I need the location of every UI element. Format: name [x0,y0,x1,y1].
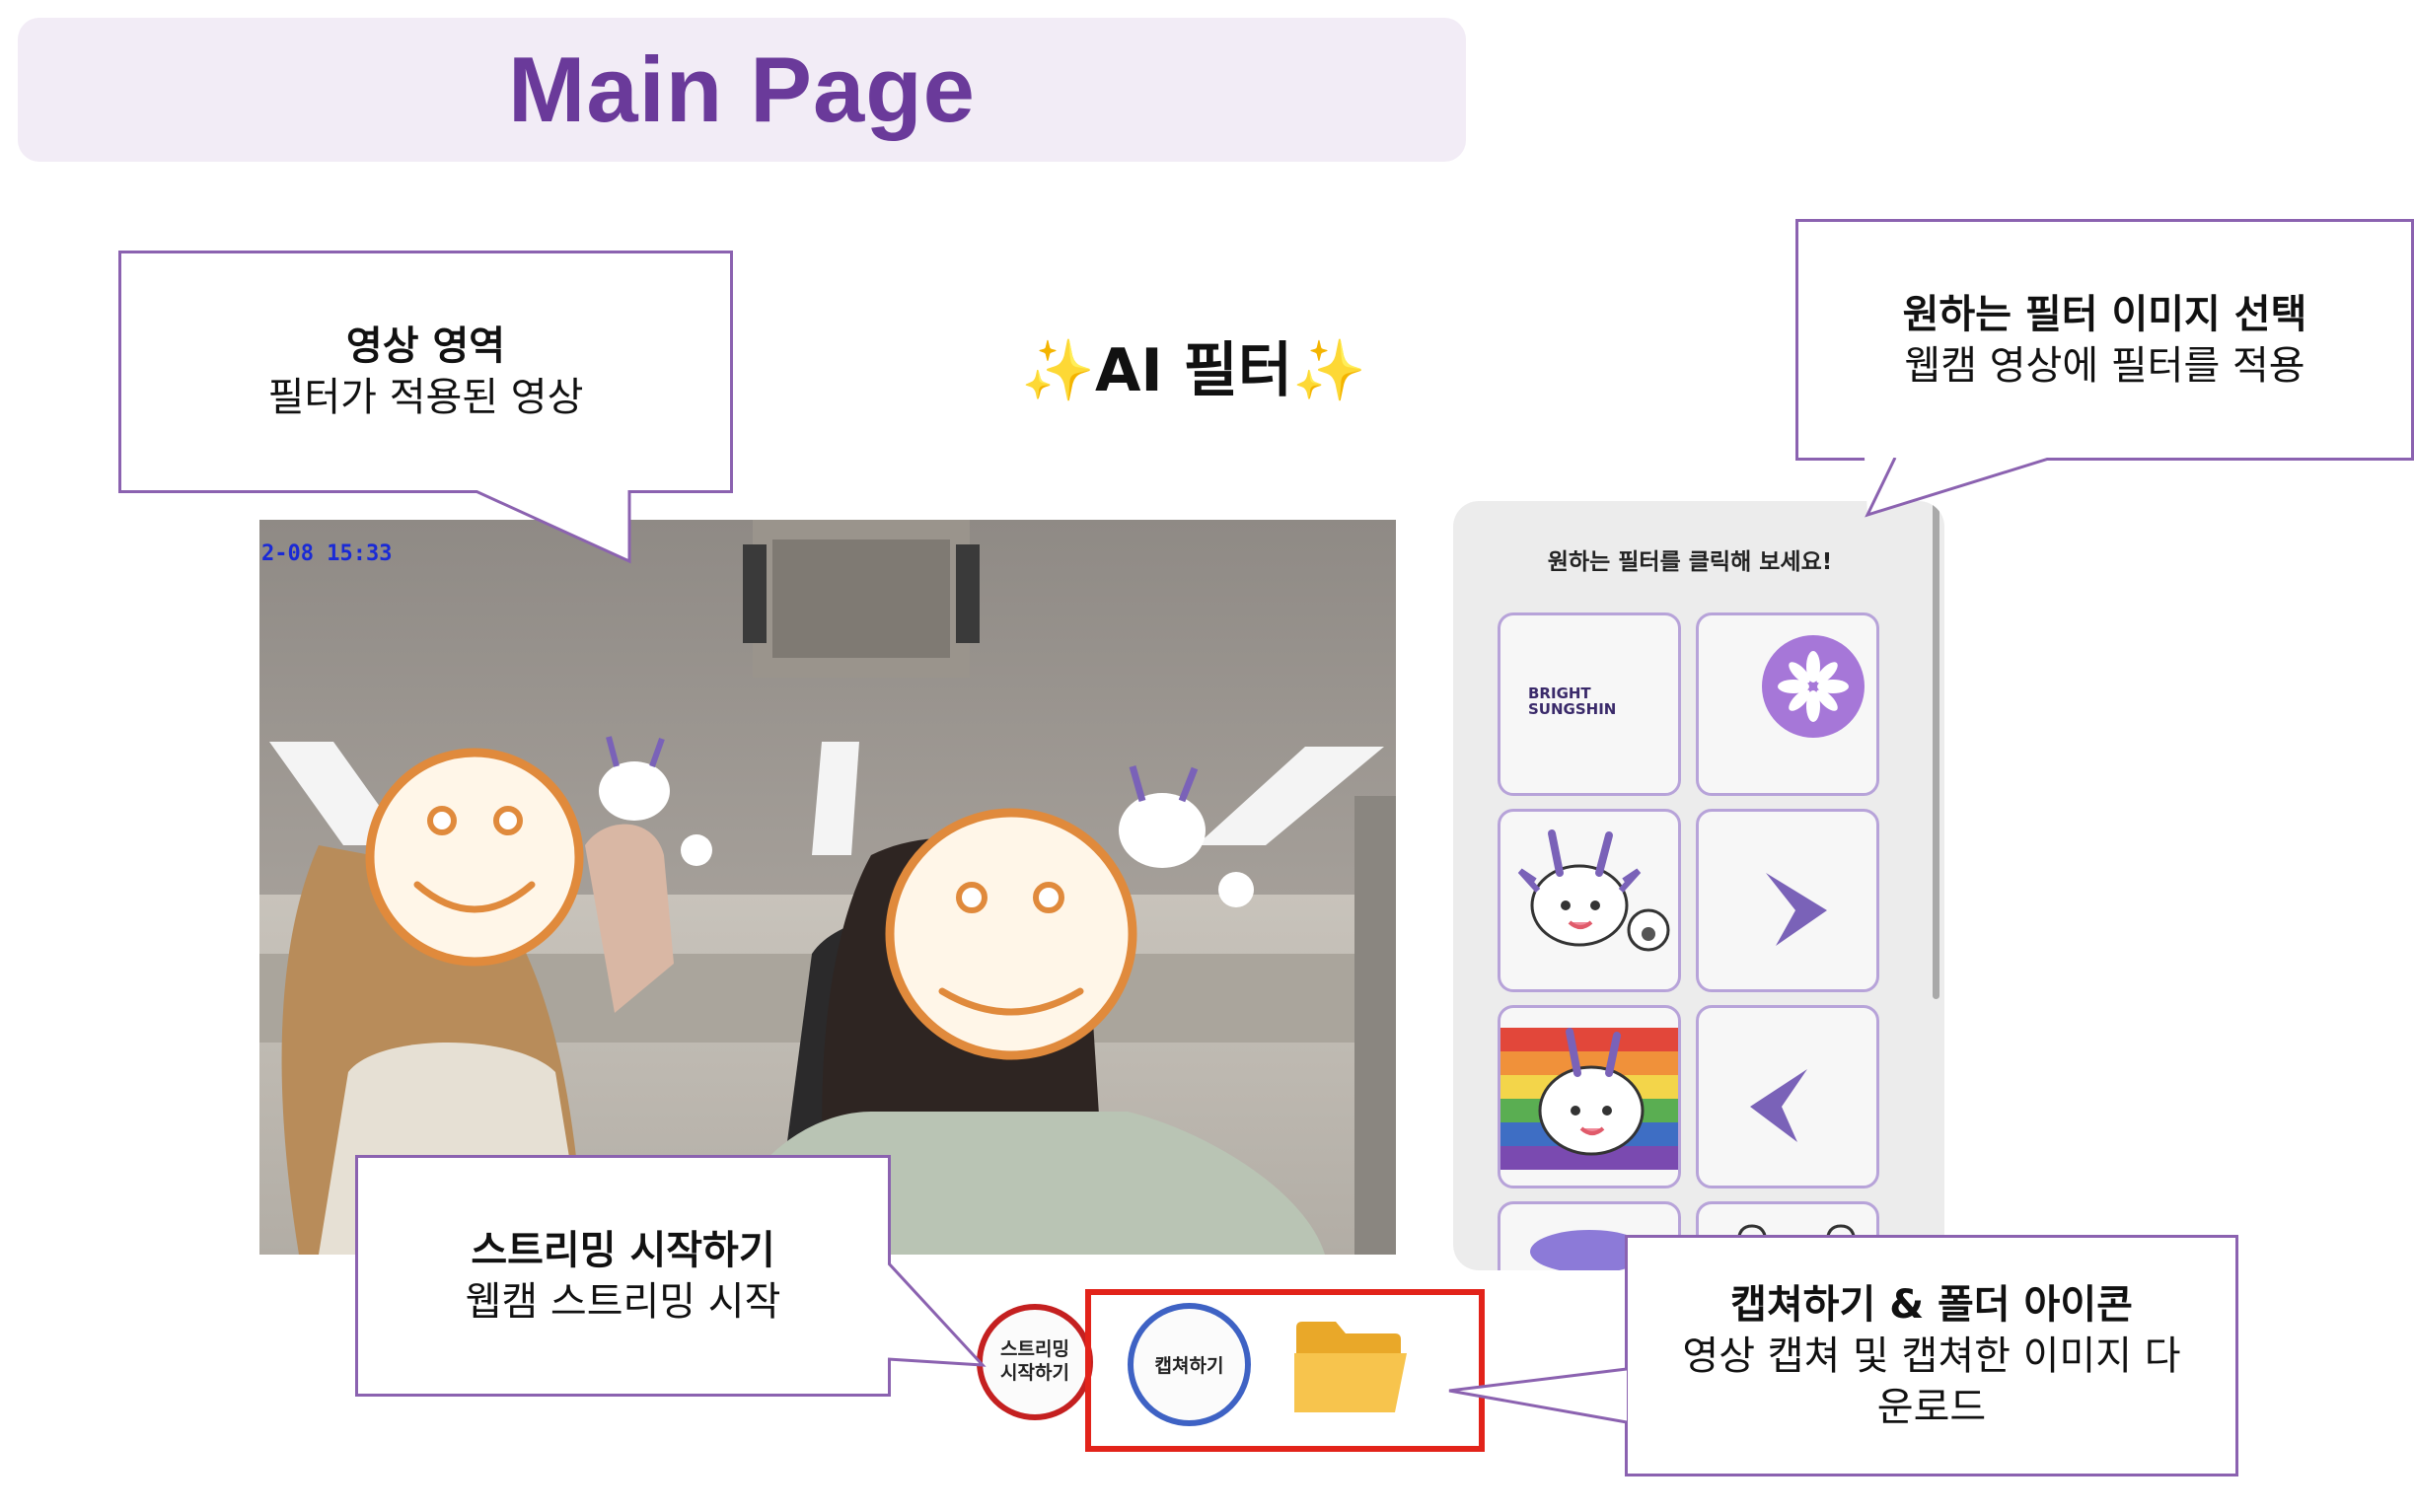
filter-tile-flower-emblem[interactable] [1696,612,1879,796]
panel-scrollbar[interactable] [1933,501,1939,999]
filter-tile-rainbow-dragon[interactable] [1498,1005,1681,1188]
chevron-right-icon [1766,873,1827,946]
callout-desc: 웹캠 스트리밍 시작 [465,1278,781,1325]
stream-start-button[interactable]: 스트리밍 시작하기 [977,1304,1093,1420]
filter-tile-dragon[interactable] [1498,809,1681,992]
filter-tile-bright-sungshin[interactable]: BRIGHT SUNGSHIN [1498,612,1681,796]
callout-filter-select: 원하는 필터 이미지 선택 웹캠 영상에 필터를 적용 [1795,219,2414,461]
callout-title: 캡쳐하기 & 폴더 아이콘 [1730,1281,2133,1328]
chevron-left-icon [1750,1069,1807,1142]
dragon-character-icon [1517,829,1670,952]
callout-streaming: 스트리밍 시작하기 웹캠 스트리밍 시작 [355,1155,891,1397]
callout-desc: 필터가 적용된 영상 [267,375,584,420]
app-title: ✨AI 필터✨ [1021,335,1366,405]
filter-prompt: 원하는 필터를 클릭해 보세요! [1547,549,1833,575]
page-title: Main Page [508,37,976,141]
webcam-frame [259,520,1396,1255]
page-banner: Main Page [18,18,1466,162]
folder-icon[interactable] [1292,1320,1411,1418]
callout-tail [474,490,631,564]
callout-title: 원하는 필터 이미지 선택 [1902,291,2307,337]
smiley-mask-right [885,808,1137,1060]
video-timestamp: 2-08 15:33 [261,541,393,566]
flower-emblem-icon [1762,635,1865,738]
filter-panel: 원하는 필터를 클릭해 보세요! BRIGHT SUNGSHIN [1453,501,1944,1270]
rainbow-dragon-icon [1500,1028,1678,1170]
callout-tail [1865,458,2053,518]
callout-title: 스트리밍 시작하기 [471,1227,775,1273]
callout-desc: 웹캠 영상에 필터를 적용 [1904,342,2305,389]
filter-tile-chevron-left[interactable] [1696,1005,1879,1188]
video-area: 2-08 15:33 [259,520,1396,1255]
callout-tail [1448,1367,1628,1424]
callout-title: 영상 영역 [345,324,506,369]
filter-tile-chevron-right[interactable] [1696,809,1879,992]
smiley-mask-left [365,748,584,967]
callout-desc: 영상 캡쳐 및 캡쳐한 이미지 다운로드 [1682,1332,2181,1430]
callout-video-area: 영상 영역 필터가 적용된 영상 [118,251,733,493]
callout-tail [888,1262,987,1367]
bright-sungshin-logo: BRIGHT SUNGSHIN [1528,684,1617,718]
capture-button[interactable]: 캡쳐하기 [1128,1303,1251,1426]
callout-capture-folder: 캡쳐하기 & 폴더 아이콘 영상 캡쳐 및 캡쳐한 이미지 다운로드 [1625,1235,2238,1476]
